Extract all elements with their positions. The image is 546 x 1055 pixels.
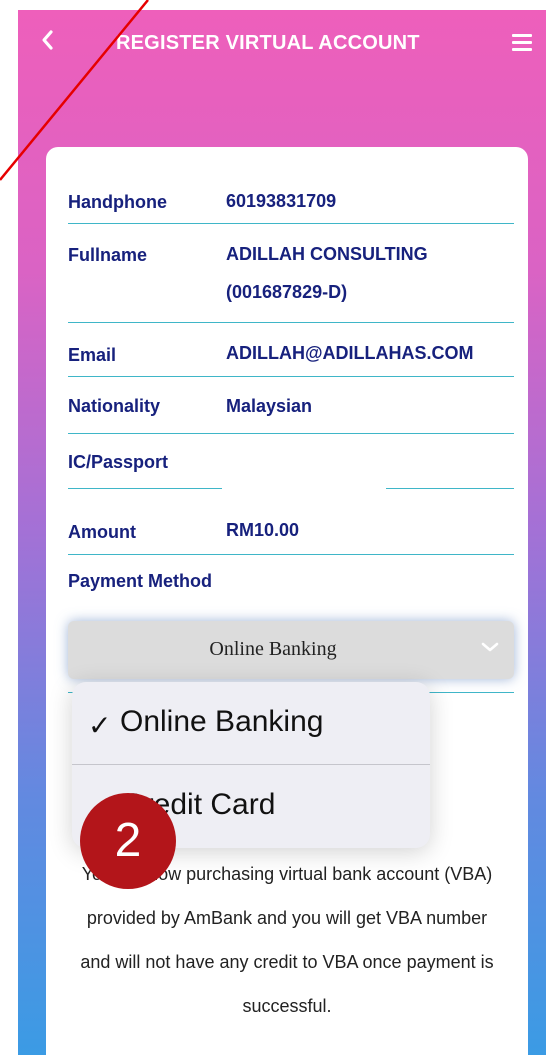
amount-row: Amount RM10.00 — [68, 507, 514, 555]
option-online-banking[interactable]: ✓ Online Banking — [72, 682, 430, 765]
handphone-row: Handphone 60193831709 — [68, 184, 514, 224]
fullname-value-line2: (001687829-D) — [226, 282, 348, 302]
hamburger-menu-icon[interactable] — [512, 29, 532, 55]
nationality-label: Nationality — [68, 396, 161, 416]
email-row: Email ADILLAH@ADILLAHAS.COM — [68, 333, 514, 377]
page-title: REGISTER VIRTUAL ACCOUNT — [116, 32, 420, 54]
payment-method-selected-value: Online Banking — [209, 638, 337, 660]
ic-passport-row: IC/Passport — [68, 446, 514, 490]
fullname-label: Fullname — [68, 245, 148, 265]
notice-line-2: provided by AmBank and you will get VBA … — [86, 908, 488, 928]
handphone-label: Handphone — [68, 192, 167, 212]
app-screen: REGISTER VIRTUAL ACCOUNT Handphone 60193… — [18, 10, 546, 1055]
nationality-row: Nationality Malaysian — [68, 390, 514, 434]
notice-line-4: successful. — [242, 996, 332, 1016]
ic-passport-input[interactable] — [228, 450, 384, 488]
step-number-badge: 2 — [80, 793, 176, 889]
handphone-value: 60193831709 — [226, 191, 337, 211]
payment-method-select[interactable]: Online Banking — [68, 621, 514, 679]
ic-passport-label: IC/Passport — [68, 452, 169, 472]
email-value: ADILLAH@ADILLAHAS.COM — [226, 343, 474, 363]
fullname-value-line1: ADILLAH CONSULTING — [226, 244, 428, 264]
email-label: Email — [68, 345, 117, 365]
amount-label: Amount — [68, 522, 136, 542]
amount-value: RM10.00 — [226, 520, 300, 540]
nationality-value: Malaysian — [226, 396, 313, 416]
registration-form-card: Handphone 60193831709 Fullname ADILLAH C… — [46, 147, 528, 1055]
payment-method-label: Payment Method — [68, 571, 213, 591]
fullname-row: Fullname ADILLAH CONSULTING (001687829-D… — [68, 237, 514, 323]
ic-passport-divider — [68, 488, 222, 489]
ic-passport-input-underline — [386, 488, 514, 489]
notice-line-3: and will not have any credit to VBA once… — [80, 952, 494, 972]
chevron-down-icon — [481, 642, 499, 652]
back-button[interactable] — [36, 24, 58, 56]
option-online-banking-label: Online Banking — [120, 705, 324, 738]
chevron-left-icon — [42, 30, 53, 50]
fullname-value: ADILLAH CONSULTING (001687829-D) — [226, 235, 526, 311]
checkmark-icon: ✓ — [88, 710, 112, 741]
